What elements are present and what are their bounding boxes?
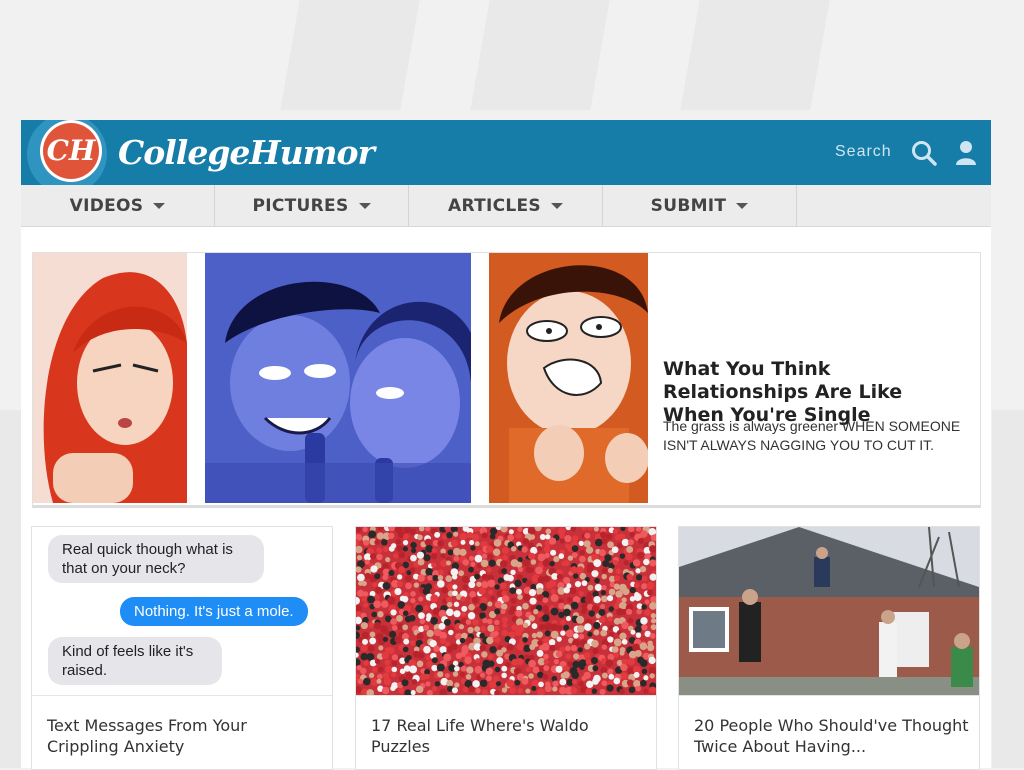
nav-pictures-label: PICTURES bbox=[252, 195, 349, 216]
card-title[interactable]: 17 Real Life Where's Waldo Puzzles bbox=[371, 715, 646, 757]
nav-videos-label: VIDEOS bbox=[69, 195, 144, 216]
user-icon[interactable] bbox=[955, 140, 977, 166]
card-title[interactable]: Text Messages From Your Crippling Anxiet… bbox=[47, 715, 322, 757]
background-shape bbox=[470, 0, 610, 110]
hero-panel-image[interactable] bbox=[489, 253, 648, 503]
background-shape bbox=[280, 0, 420, 110]
card-thumbnail[interactable]: Real quick though what is that on your n… bbox=[32, 527, 332, 695]
header-bar: CH CollegeHumor Search bbox=[21, 120, 991, 185]
hero-panel-image[interactable] bbox=[205, 253, 471, 503]
card-thumbnail[interactable] bbox=[679, 527, 979, 695]
chevron-down-icon bbox=[736, 202, 749, 209]
site-container: CH CollegeHumor Search VIDEOS PICTURES A… bbox=[21, 120, 991, 770]
background-shape bbox=[0, 410, 22, 768]
divider bbox=[356, 695, 656, 696]
divider bbox=[32, 695, 332, 696]
search-label[interactable]: Search bbox=[835, 143, 892, 161]
nav-submit[interactable]: SUBMIT bbox=[603, 185, 797, 226]
main-nav: VIDEOS PICTURES ARTICLES SUBMIT bbox=[21, 185, 991, 227]
message-bubble-received: Real quick though what is that on your n… bbox=[48, 535, 264, 583]
card-thumbnail[interactable] bbox=[356, 527, 656, 695]
message-bubble-sent: Nothing. It's just a mole. bbox=[120, 597, 308, 626]
nav-submit-label: SUBMIT bbox=[650, 195, 727, 216]
article-card[interactable]: 17 Real Life Where's Waldo Puzzles bbox=[355, 526, 657, 770]
chevron-down-icon bbox=[550, 202, 563, 209]
divider bbox=[679, 695, 979, 696]
card-title[interactable]: 20 People Who Should've Thought Twice Ab… bbox=[694, 715, 969, 757]
hero-panel-image[interactable] bbox=[33, 253, 187, 503]
nav-filler bbox=[797, 185, 991, 226]
background-shape bbox=[992, 410, 1024, 768]
article-card[interactable]: 20 People Who Should've Thought Twice Ab… bbox=[678, 526, 980, 770]
message-bubble-received: Kind of feels like it's raised. bbox=[48, 637, 222, 685]
logo-text[interactable]: CollegeHumor bbox=[118, 133, 375, 172]
hero-description: The grass is always greener WHEN SOMEONE… bbox=[663, 418, 961, 453]
featured-hero[interactable]: What You Think Relationships Are Like Wh… bbox=[32, 252, 981, 508]
article-card[interactable]: Real quick though what is that on your n… bbox=[31, 526, 333, 770]
chevron-down-icon bbox=[153, 202, 166, 209]
nav-articles[interactable]: ARTICLES bbox=[409, 185, 603, 226]
chevron-down-icon bbox=[358, 202, 371, 209]
nav-articles-label: ARTICLES bbox=[448, 195, 541, 216]
nav-pictures[interactable]: PICTURES bbox=[215, 185, 409, 226]
background-shape bbox=[680, 0, 830, 110]
search-icon[interactable] bbox=[911, 140, 937, 166]
nav-videos[interactable]: VIDEOS bbox=[21, 185, 215, 226]
logo-mark-text: CH bbox=[46, 134, 96, 167]
logo-mark[interactable]: CH bbox=[27, 120, 107, 185]
